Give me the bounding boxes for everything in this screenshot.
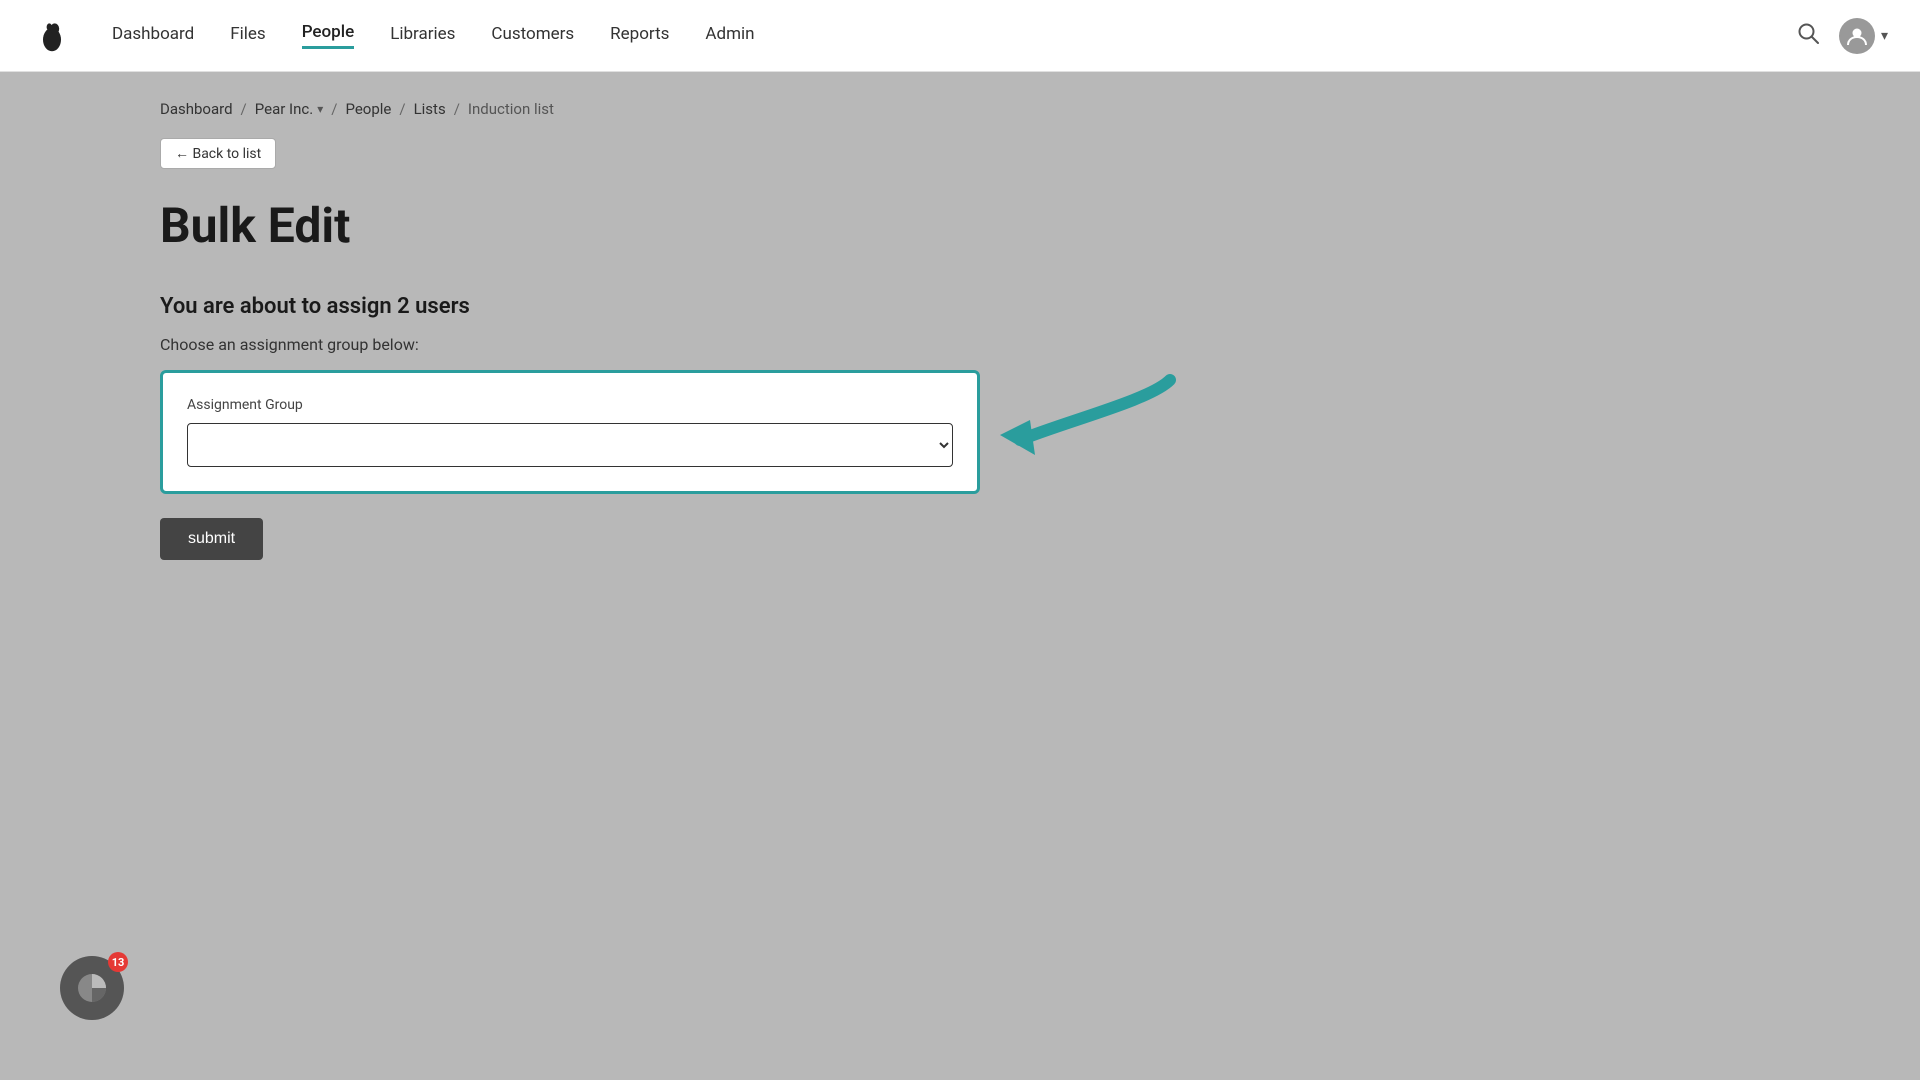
- widget-badge: 13: [108, 952, 128, 972]
- page-title: Bulk Edit: [160, 197, 1760, 254]
- assignment-card: Assignment Group: [160, 370, 980, 494]
- breadcrumb-sep-1: /: [241, 100, 247, 118]
- bottom-widget-button[interactable]: 13: [60, 956, 124, 1020]
- search-icon[interactable]: [1797, 22, 1819, 49]
- breadcrumb-company-chevron[interactable]: ▾: [317, 102, 323, 116]
- nav-dashboard[interactable]: Dashboard: [112, 24, 194, 48]
- submit-button[interactable]: submit: [160, 518, 263, 560]
- app-logo[interactable]: [32, 16, 72, 56]
- breadcrumb-current: Induction list: [468, 100, 554, 118]
- breadcrumb-company: Pear Inc. ▾: [255, 100, 324, 118]
- nav-files[interactable]: Files: [230, 24, 265, 48]
- bottom-widget-container: 13: [30, 986, 94, 1050]
- breadcrumb-lists[interactable]: Lists: [414, 100, 446, 118]
- navbar-right: ▾: [1797, 18, 1888, 54]
- nav-reports[interactable]: Reports: [610, 24, 669, 48]
- nav-links: Dashboard Files People Libraries Custome…: [112, 22, 1797, 49]
- main-content: Dashboard / Pear Inc. ▾ / People / Lists…: [0, 72, 1920, 1080]
- breadcrumb-sep-4: /: [454, 100, 460, 118]
- assignment-group-label: Assignment Group: [187, 397, 953, 413]
- navbar: Dashboard Files People Libraries Custome…: [0, 0, 1920, 72]
- section-heading: You are about to assign 2 users: [160, 294, 1760, 319]
- nav-admin[interactable]: Admin: [705, 24, 754, 48]
- user-menu[interactable]: ▾: [1839, 18, 1888, 54]
- nav-customers[interactable]: Customers: [491, 24, 574, 48]
- avatar: [1839, 18, 1875, 54]
- chevron-down-icon: ▾: [1881, 28, 1888, 44]
- arrow-annotation: [990, 360, 1190, 520]
- breadcrumb-dashboard[interactable]: Dashboard: [160, 100, 233, 118]
- breadcrumb: Dashboard / Pear Inc. ▾ / People / Lists…: [160, 100, 1760, 118]
- nav-libraries[interactable]: Libraries: [390, 24, 455, 48]
- nav-people[interactable]: People: [302, 22, 355, 49]
- breadcrumb-people[interactable]: People: [345, 100, 391, 118]
- back-to-list-button[interactable]: ← Back to list: [160, 138, 276, 169]
- assignment-instruction: Choose an assignment group below:: [160, 335, 1760, 354]
- breadcrumb-sep-3: /: [399, 100, 405, 118]
- assignment-group-select[interactable]: [187, 423, 953, 467]
- breadcrumb-company-link[interactable]: Pear Inc.: [255, 100, 313, 118]
- breadcrumb-sep-2: /: [331, 100, 337, 118]
